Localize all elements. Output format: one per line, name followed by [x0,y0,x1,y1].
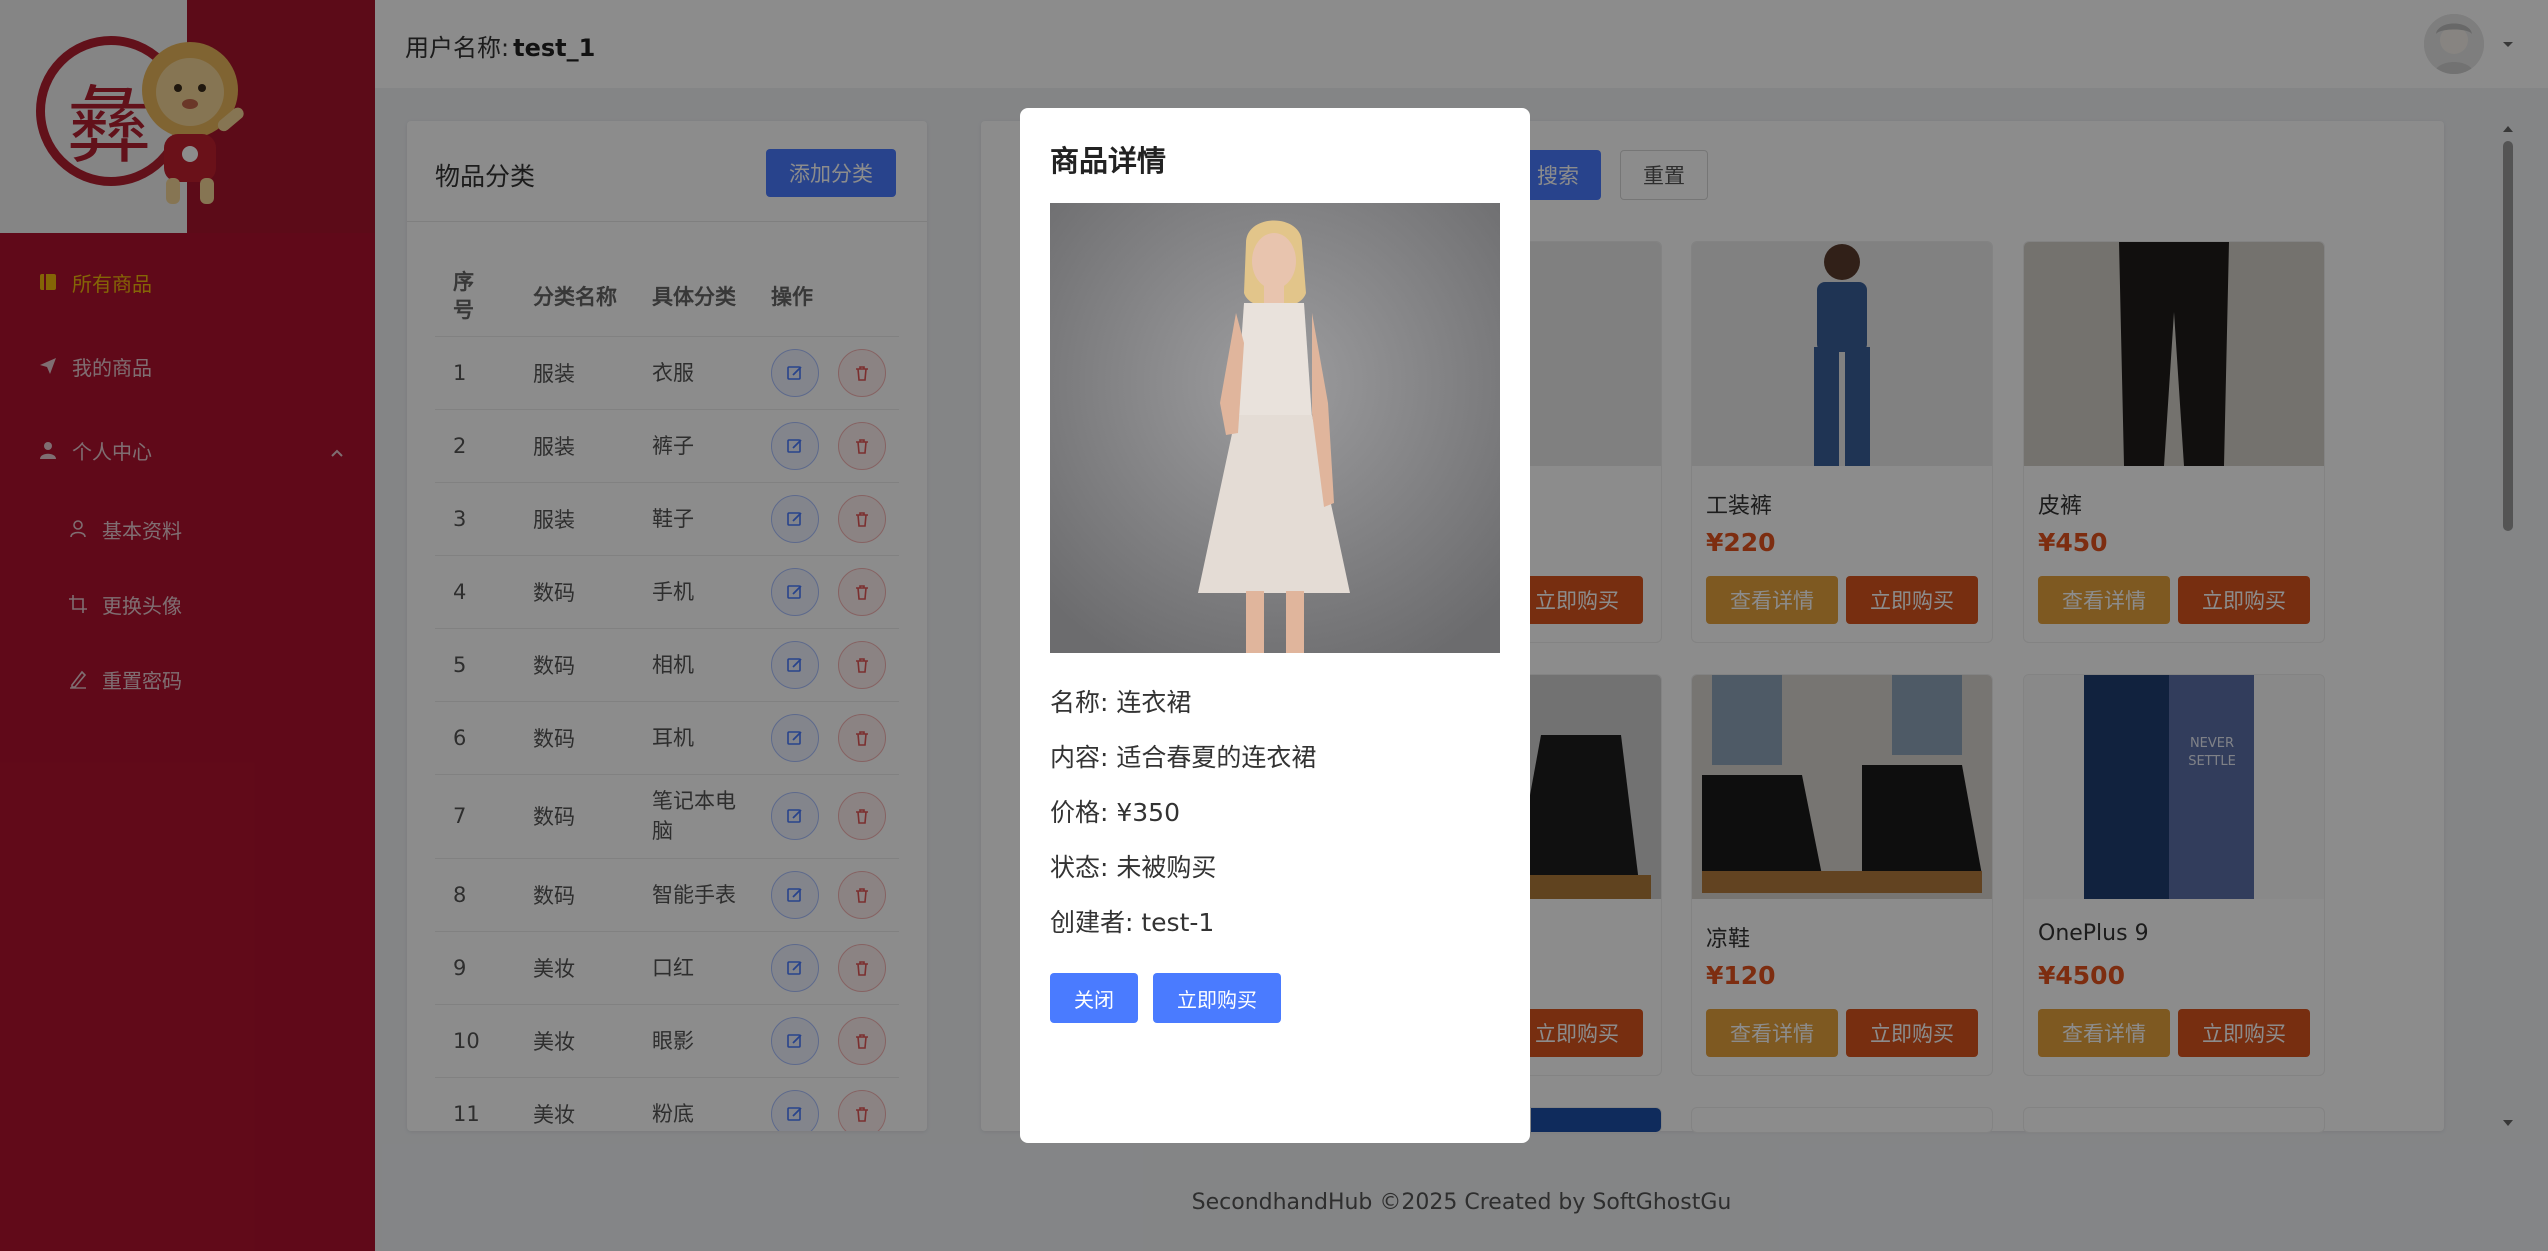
close-button[interactable]: 关闭 [1050,973,1138,1023]
product-detail-image [1050,203,1500,653]
detail-content: 内容: 适合春夏的连衣裙 [1050,743,1317,772]
detail-price: 价格: ¥350 [1050,798,1180,827]
detail-name: 名称: 连衣裙 [1050,688,1192,717]
product-detail-dialog: 商品详情 名称: 连衣裙 内容: 适合春夏的连衣裙 价格: ¥350 状态: 未… [1020,108,1530,1143]
dialog-title: 商品详情 [1050,144,1167,178]
buy-now-button[interactable]: 立即购买 [1153,973,1281,1023]
detail-creator: 创建者: test-1 [1050,908,1215,937]
detail-status: 状态: 未被购买 [1050,853,1217,882]
